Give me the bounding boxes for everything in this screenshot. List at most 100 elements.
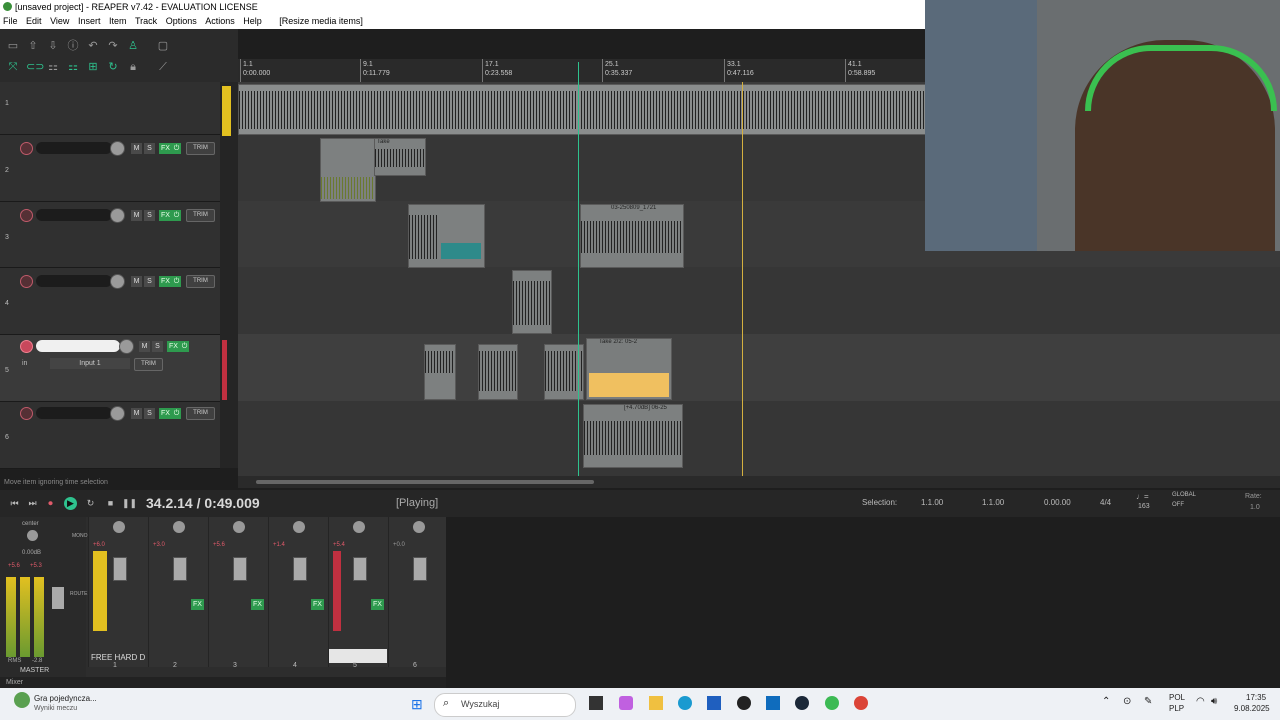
menu-view[interactable]: View (50, 16, 69, 26)
fx-button[interactable]: FX (311, 599, 324, 610)
menu-track[interactable]: Track (135, 16, 157, 26)
media-item[interactable]: 03-250809_1721 (580, 204, 684, 268)
channel-fader[interactable] (173, 557, 187, 581)
track-3[interactable]: 3 M S FX ⏻ TRIM (0, 202, 220, 268)
trim-button[interactable]: TRIM (186, 209, 215, 222)
channel-fader[interactable] (293, 557, 307, 581)
save-project-icon[interactable]: ⇩ (46, 39, 60, 53)
track-1[interactable]: 1 (0, 82, 220, 135)
channel-fader[interactable] (233, 557, 247, 581)
channel-name-selected[interactable] (329, 649, 387, 663)
master-pan-knob[interactable] (27, 530, 38, 541)
store-icon[interactable] (707, 696, 721, 710)
menu-item[interactable]: Item (109, 16, 127, 26)
selection-length[interactable]: 0.00.00 (1044, 498, 1071, 507)
grid-settings-icon[interactable]: ▢ (156, 39, 170, 53)
menu-help[interactable]: Help (243, 16, 262, 26)
selection-end[interactable]: 1.1.00 (982, 498, 1004, 507)
notification-title[interactable]: Gra pojedyncza... (34, 694, 97, 703)
chrome-icon[interactable] (825, 696, 839, 710)
media-item[interactable]: Take 2/2: 05-2 (586, 338, 672, 400)
repeat-icon[interactable]: ↻ (84, 497, 97, 510)
master-fader[interactable] (52, 587, 64, 609)
media-item[interactable] (238, 84, 927, 135)
track-2[interactable]: 2 M S FX ⏻ TRIM (0, 135, 220, 202)
mute-button[interactable]: M (131, 143, 142, 154)
fx-button[interactable]: FX (251, 599, 264, 610)
mixer-channel-2[interactable]: +3.0 FX 2 (148, 517, 209, 669)
media-item[interactable]: [+4.70dB] 06-25 (583, 404, 683, 468)
horizontal-scrollbar[interactable] (238, 476, 1280, 488)
record-arm-button[interactable] (20, 340, 33, 353)
tray-chevron-icon[interactable]: ⌃ (1102, 696, 1110, 707)
solo-button[interactable]: S (144, 276, 155, 287)
pause-icon[interactable]: ❚❚ (122, 497, 137, 510)
fx-button[interactable]: FX (159, 143, 172, 154)
menu-edit[interactable]: Edit (26, 16, 42, 26)
channel-fader[interactable] (413, 557, 427, 581)
rate-value[interactable]: 1.0 (1250, 504, 1260, 511)
menu-options[interactable]: Options (166, 16, 197, 26)
volume-knob[interactable] (110, 208, 125, 223)
stop-icon[interactable]: ■ (104, 497, 117, 510)
menu-file[interactable]: File (3, 16, 18, 26)
track-name-field[interactable] (36, 407, 112, 419)
pan-knob[interactable] (233, 521, 245, 533)
time-signature[interactable]: 4/4 (1100, 498, 1111, 507)
reaper-taskbar-icon[interactable] (737, 696, 751, 710)
grouping-icon[interactable]: ⚏ (46, 60, 60, 74)
start-icon[interactable]: ⊞ (411, 696, 427, 712)
lock-icon[interactable]: 🔒︎ (126, 60, 140, 74)
metronome-icon[interactable]: ♙ (126, 39, 140, 53)
media-item[interactable] (478, 344, 518, 400)
ripple-edit-icon[interactable]: ⊂⊃ (26, 60, 44, 74)
track-name-field[interactable] (36, 142, 112, 154)
track-4[interactable]: 4 M S FX ⏻ TRIM (0, 268, 220, 335)
fx-button[interactable]: FX (191, 599, 204, 610)
pan-knob[interactable] (113, 521, 125, 533)
solo-button[interactable]: S (144, 210, 155, 221)
clock-date[interactable]: 9.08.2025 (1234, 704, 1270, 713)
envelope-points-icon[interactable]: ⊞ (86, 60, 100, 74)
channel-fader[interactable] (113, 557, 127, 581)
record-arm-button[interactable] (20, 209, 33, 222)
pan-knob[interactable] (293, 521, 305, 533)
new-project-icon[interactable]: ▭ (6, 39, 20, 53)
trim-button[interactable]: TRIM (134, 358, 163, 371)
channel-fader[interactable] (353, 557, 367, 581)
fx-bypass-button[interactable]: ⏻ (172, 210, 181, 221)
menu-actions[interactable]: Actions (205, 16, 235, 26)
loop-icon[interactable]: ↻ (106, 60, 120, 74)
keyboard-layout[interactable]: PLP (1169, 704, 1184, 713)
record-icon[interactable]: ⏺ (44, 497, 57, 510)
mixer-channel-4[interactable]: +1.4 FX 4 (268, 517, 329, 669)
fx-bypass-button[interactable]: ⏻ (180, 341, 189, 352)
notification-icon[interactable] (14, 692, 30, 708)
edge-icon[interactable] (678, 696, 692, 710)
fx-button[interactable]: FX (167, 341, 180, 352)
copilot-icon[interactable] (619, 696, 633, 710)
mute-button[interactable]: M (131, 210, 142, 221)
media-item[interactable] (512, 270, 552, 334)
tray-app-icon[interactable]: ⊙ (1123, 696, 1131, 707)
scroll-thumb[interactable] (256, 480, 594, 484)
steam-icon[interactable] (795, 696, 809, 710)
media-item[interactable] (320, 138, 376, 202)
mute-button[interactable]: M (139, 341, 150, 352)
split-tool-icon[interactable]: ⟋ (156, 60, 170, 74)
volume-knob[interactable] (110, 141, 125, 156)
edit-cursor[interactable] (742, 82, 743, 476)
mute-button[interactable]: M (131, 276, 142, 287)
mixer-channel-1[interactable]: +6.0 FREE HARD D 1 (88, 517, 149, 669)
fx-bypass-button[interactable]: ⏻ (172, 276, 181, 287)
mono-button[interactable]: MONO (72, 533, 88, 539)
record-arm-button[interactable] (20, 275, 33, 288)
fx-button[interactable]: FX (159, 276, 172, 287)
play-icon[interactable]: ▶ (64, 497, 77, 510)
project-settings-icon[interactable]: ⓘ (66, 39, 80, 53)
open-project-icon[interactable]: ⇧ (26, 39, 40, 53)
mixer-channel-5[interactable]: +5.4 FX 5 (328, 517, 389, 669)
fx-bypass-button[interactable]: ⏻ (172, 408, 181, 419)
trim-button[interactable]: TRIM (186, 407, 215, 420)
chrome-profile-icon[interactable] (854, 696, 868, 710)
